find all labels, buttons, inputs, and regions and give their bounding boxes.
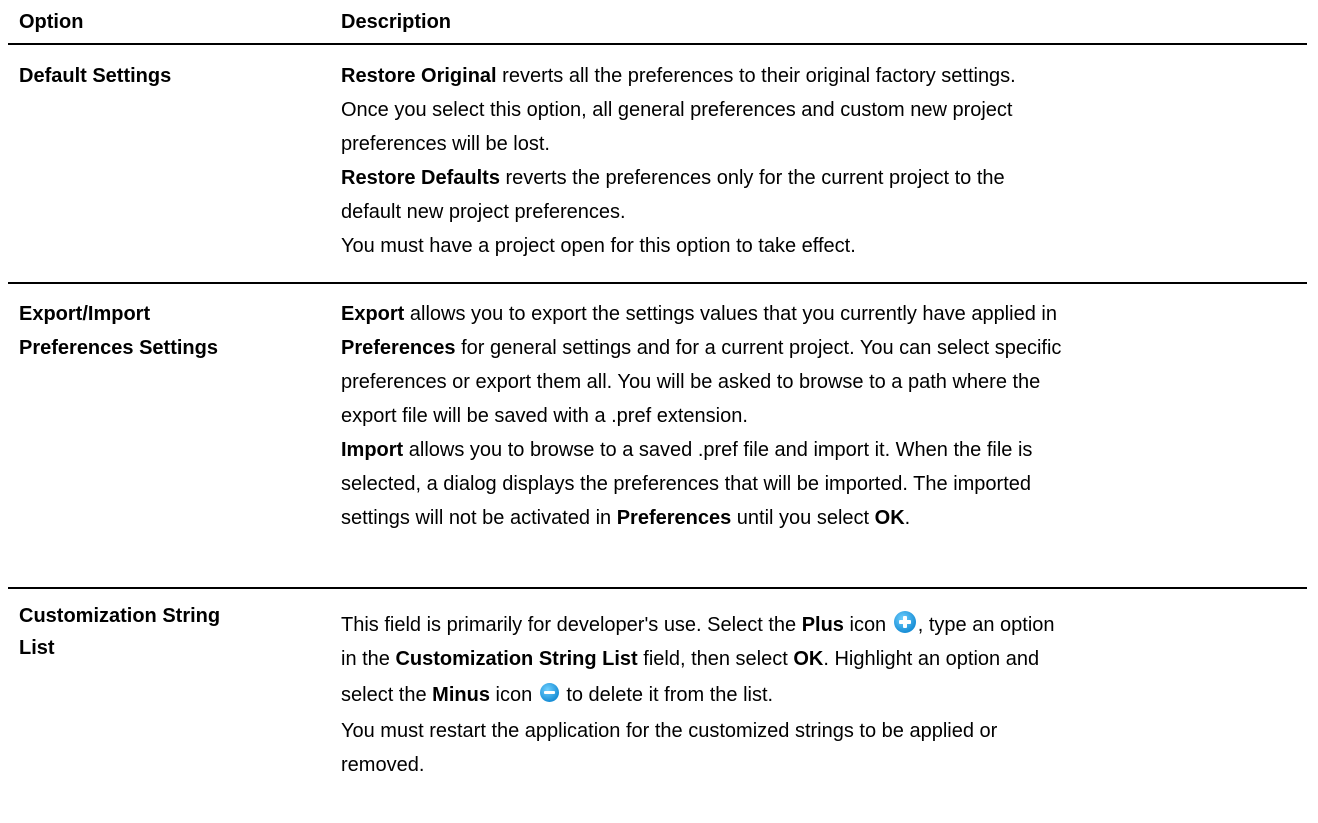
desc-line: settings will not be activated in Prefer… — [341, 501, 1303, 535]
table-header-row: Option Description — [8, 0, 1307, 45]
desc-text: allows you to export the settings values… — [404, 303, 1057, 325]
option-customization-string-list: Customization String List — [8, 594, 341, 782]
term-ok: OK — [874, 507, 905, 529]
term-ok: OK — [793, 648, 824, 670]
desc-line: You must have a project open for this op… — [341, 235, 856, 257]
desc-text: . — [904, 507, 911, 529]
desc-line: Import allows you to browse to a saved .… — [341, 433, 1303, 467]
term-import: Import — [341, 439, 404, 461]
desc-line: default new project preferences. — [341, 201, 626, 223]
desc-line: Restore Defaults reverts the preferences… — [341, 161, 1303, 195]
option-line: Export/Import — [19, 303, 151, 325]
desc-line: Restore Original reverts all the prefere… — [341, 59, 1303, 93]
table-row-customization-string-list: Customization String List This field is … — [8, 589, 1307, 782]
minus-circle-icon — [539, 683, 559, 702]
desc-line: preferences will be lost. — [341, 133, 550, 155]
desc-line: selected, a dialog displays the preferen… — [341, 473, 1032, 495]
desc-text: icon — [489, 684, 538, 706]
desc-text: for general settings and for a current p… — [455, 337, 1062, 359]
term-minus: Minus — [432, 684, 490, 706]
desc-text: icon — [843, 614, 892, 636]
desc-text: select the — [341, 684, 433, 706]
description-export-import: Export allows you to export the settings… — [341, 297, 1307, 587]
desc-line: removed. — [341, 754, 425, 776]
term-export: Export — [341, 303, 405, 325]
option-export-import: Export/Import Preferences Settings — [8, 297, 341, 587]
desc-text: until you select — [731, 507, 875, 529]
term-preferences: Preferences — [616, 507, 732, 529]
desc-line: This field is primarily for developer's … — [341, 608, 1303, 642]
desc-text: This field is primarily for developer's … — [341, 614, 802, 636]
header-option: Option — [19, 11, 84, 33]
desc-text: allows you to browse to a saved .pref fi… — [403, 439, 1033, 461]
option-default-settings: Default Settings — [19, 65, 172, 87]
desc-line: preferences or export them all. You will… — [341, 371, 1041, 393]
desc-line: export file will be saved with a .pref e… — [341, 405, 748, 427]
desc-line: You must restart the application for the… — [341, 720, 998, 742]
desc-line: select the Minus icon to delete it from … — [341, 676, 1303, 714]
term-restore-defaults: Restore Defaults — [341, 167, 500, 189]
desc-line: Preferences for general settings and for… — [341, 331, 1303, 365]
term-restore-original: Restore Original — [341, 65, 497, 87]
desc-text: to delete it from the list. — [560, 684, 774, 706]
table-row-default-settings: Default Settings Restore Original revert… — [8, 45, 1307, 284]
plus-circle-icon — [893, 611, 916, 633]
desc-text: , type an option — [917, 614, 1055, 636]
desc-line: Once you select this option, all general… — [341, 99, 1013, 121]
term-plus: Plus — [801, 614, 844, 636]
header-description: Description — [341, 11, 452, 33]
desc-text: in the — [341, 648, 396, 670]
option-line: List — [19, 637, 55, 659]
desc-text: reverts the preferences only for the cur… — [499, 167, 1005, 189]
description-customization-string-list: This field is primarily for developer's … — [341, 594, 1307, 782]
term-customization-string-list: Customization String List — [395, 648, 638, 670]
option-line: Preferences Settings — [19, 337, 218, 359]
description-default-settings: Restore Original reverts all the prefere… — [341, 59, 1307, 282]
desc-line: Export allows you to export the settings… — [341, 297, 1303, 331]
term-preferences: Preferences — [341, 337, 456, 359]
desc-text: . Highlight an option and — [823, 648, 1040, 670]
table-row-export-import: Export/Import Preferences Settings Expor… — [8, 284, 1307, 589]
desc-text: field, then select — [637, 648, 794, 670]
options-table: Option Description Default Settings Rest… — [8, 0, 1307, 782]
option-line: Customization String — [19, 605, 221, 627]
desc-text: settings will not be activated in — [341, 507, 617, 529]
desc-line: in the Customization String List field, … — [341, 642, 1303, 676]
desc-text: reverts all the preferences to their ori… — [496, 65, 1016, 87]
